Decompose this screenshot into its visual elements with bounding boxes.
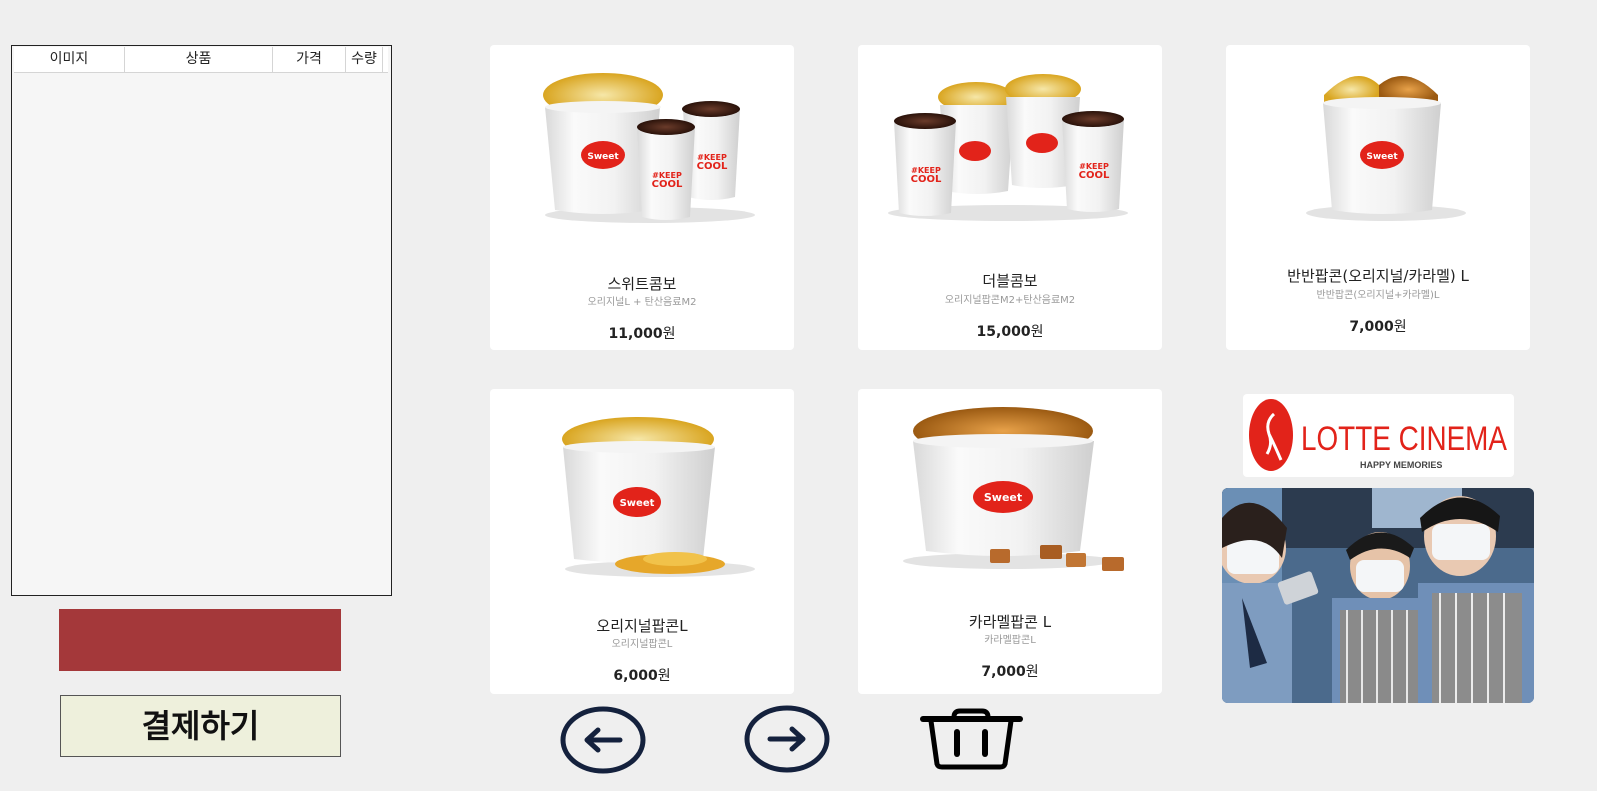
product-card-original-popcorn[interactable]: Sweet 오리지널팝콘L 오리지널팝콘L 6,000원 [490, 389, 794, 694]
pay-button[interactable]: 결제하기 [60, 695, 341, 757]
column-header-product[interactable]: 상품 [125, 47, 273, 72]
column-header-qty[interactable]: 수량 [346, 47, 383, 72]
product-name: 반반팝콘(오리지널/카라멜) L [1287, 267, 1469, 285]
product-description: 오리지널팝콘M2+탄산음료M2 [944, 295, 1076, 306]
svg-text:Sweet: Sweet [587, 152, 619, 162]
svg-text:COOL: COOL [697, 161, 728, 172]
original-popcorn-image: Sweet [562, 417, 755, 577]
product-card-sweet-combo[interactable]: Sweet #KEEP COOL #KEEP COOL 스위트콤보 오리지널L … [490, 45, 794, 350]
product-name: 스위트콤보 [607, 275, 677, 293]
cart-list[interactable]: 이미지 상품 가격 수량 [11, 45, 392, 596]
delete-button[interactable] [920, 708, 1024, 770]
double-combo-image: #KEEP COOL #KEEP COOL [888, 74, 1128, 221]
sweet-combo-image: Sweet #KEEP COOL #KEEP COOL [543, 73, 755, 223]
svg-text:COOL: COOL [652, 179, 683, 190]
product-name: 오리지널팝콘L [596, 617, 688, 635]
half-half-popcorn-image: Sweet [1306, 76, 1466, 221]
svg-text:Sweet: Sweet [1366, 152, 1398, 162]
product-description: 오리지널L + 탄산음료M2 [587, 297, 697, 308]
prev-page-button[interactable] [560, 706, 648, 774]
svg-text:Sweet: Sweet [620, 498, 655, 509]
lotte-cinema-logo: LOTTE CINEMA HAPPY MEMORIES [1243, 394, 1514, 477]
svg-text:HAPPY MEMORIES: HAPPY MEMORIES [1360, 460, 1442, 470]
total-display [59, 609, 341, 671]
product-price: 11,000원 [608, 326, 676, 342]
product-card-double-combo[interactable]: #KEEP COOL #KEEP COOL 더블콤보 오리지널팝콘M2+탄산음료… [858, 45, 1162, 350]
product-description: 반반팝콘(오리지널+카라멜)L [1316, 290, 1440, 301]
product-card-caramel-popcorn[interactable]: Sweet 카라멜팝콘 L 카라멜팝콘L 7,000원 [858, 389, 1162, 694]
product-price: 7,000원 [981, 664, 1039, 680]
next-page-button[interactable] [744, 705, 832, 773]
caramel-popcorn-image: Sweet [903, 407, 1124, 571]
product-card-half-half-popcorn[interactable]: Sweet 반반팝콘(오리지널/카라멜) L 반반팝콘(오리지널+카라멜)L 7… [1226, 45, 1530, 350]
product-price: 6,000원 [613, 668, 671, 684]
trash-icon [920, 708, 1023, 770]
product-name: 카라멜팝콘 L [968, 613, 1052, 631]
product-price: 7,000원 [1349, 319, 1407, 335]
product-description: 오리지널팝콘L [611, 639, 673, 650]
svg-text:COOL: COOL [1079, 170, 1110, 181]
cart-header: 이미지 상품 가격 수량 [14, 47, 388, 73]
product-name: 더블콤보 [982, 272, 1038, 290]
column-header-price[interactable]: 가격 [273, 47, 346, 72]
staff-photo [1222, 488, 1534, 703]
column-header-image[interactable]: 이미지 [14, 47, 125, 72]
svg-text:LOTTE CINEMA: LOTTE CINEMA [1301, 420, 1507, 458]
arrow-right-icon [744, 705, 830, 773]
arrow-left-icon [560, 706, 646, 774]
product-price: 15,000원 [976, 324, 1044, 340]
product-description: 카라멜팝콘L [984, 635, 1036, 646]
svg-text:Sweet: Sweet [984, 491, 1022, 504]
svg-text:COOL: COOL [911, 174, 942, 185]
